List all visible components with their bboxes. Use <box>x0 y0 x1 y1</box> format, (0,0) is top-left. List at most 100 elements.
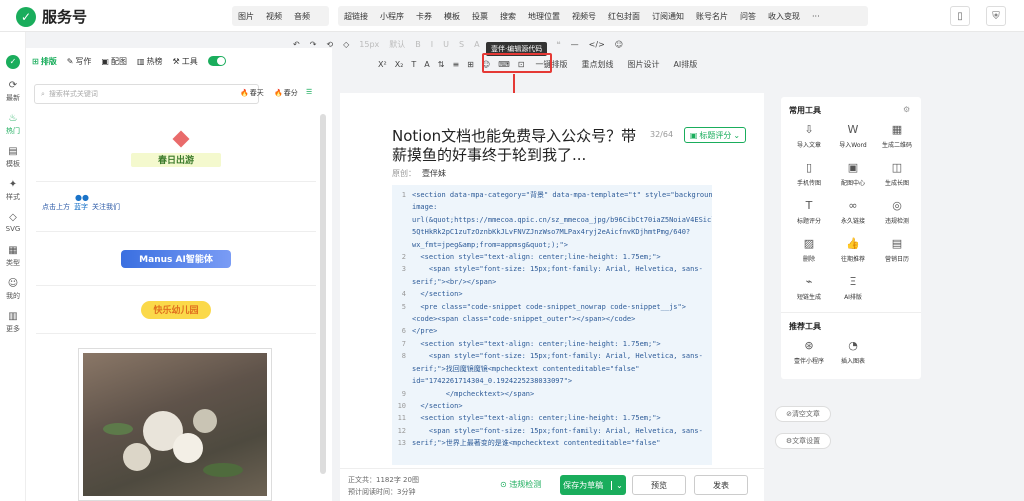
top-menu-item[interactable]: 图片 <box>238 11 254 22</box>
toolbar-button[interactable]: 重点划线 <box>581 59 613 70</box>
toolbar-button[interactable]: 15px <box>359 40 379 49</box>
top-menu-item[interactable]: 红包封面 <box>608 11 640 22</box>
tool-item[interactable]: ▯ 手机传图 <box>789 161 829 187</box>
search-input[interactable]: ⌕ 搜索样式关键词 <box>34 84 259 104</box>
recommended-tool[interactable]: ⊛ 壹伴小程序 <box>789 339 829 365</box>
settings-icon[interactable]: ⚙ <box>903 105 910 114</box>
tool-item[interactable]: ▨ 删除 <box>789 237 829 263</box>
article-settings-button[interactable]: ⚙ 文章设置 <box>775 433 831 449</box>
toolbar-button[interactable]: S <box>459 40 464 49</box>
template-card-manus[interactable]: Manus AI智能体 <box>36 232 316 286</box>
rail-item-mine[interactable]: ☺ 我的 <box>0 278 26 301</box>
tool-item[interactable]: T 标题评分 <box>789 199 829 225</box>
tab-image[interactable]: ▣ 配图 <box>101 56 127 67</box>
top-menu-item[interactable]: 订阅通知 <box>652 11 684 22</box>
tool-item[interactable]: ⇩ 导入文章 <box>789 123 829 149</box>
shield-icon[interactable]: ⛨ <box>986 6 1006 26</box>
list-view-icon[interactable]: ☰ <box>306 88 312 96</box>
toolbar-button[interactable]: — <box>571 40 579 49</box>
toolbar-button[interactable]: T <box>411 60 416 69</box>
toolbar-button[interactable]: U <box>443 40 449 49</box>
top-menu-item[interactable]: 账号名片 <box>696 11 728 22</box>
title-score-button[interactable]: ▣ 标题评分 ⌄ <box>684 127 746 143</box>
top-menu-item[interactable]: 超链接 <box>344 11 368 22</box>
chip-spring[interactable]: 🔥 春天 <box>240 88 264 98</box>
toolbar-button[interactable]: ⇅ <box>438 60 445 69</box>
clear-article-button[interactable]: ⊘ 清空文章 <box>775 406 831 422</box>
tool-item[interactable]: ▦ 生成二维码 <box>877 123 917 149</box>
latest-icon: ⟳ <box>8 80 18 91</box>
toolbar-button[interactable]: ☺ <box>615 40 623 49</box>
line-number: 3 <box>401 265 406 274</box>
template-card-flowers[interactable] <box>78 348 272 501</box>
tool-item[interactable]: ∞ 永久链接 <box>833 199 873 225</box>
rail-item-style[interactable]: ✦ 样式 <box>0 179 26 202</box>
toolbar-button[interactable]: ◇ <box>343 40 349 49</box>
template-card-follow[interactable]: 点击上方 ●● 蓝字 关注我们 <box>36 182 316 232</box>
toolbar-button[interactable]: AI排版 <box>673 59 697 70</box>
top-menu-item[interactable]: 问答 <box>740 11 756 22</box>
top-menu-item[interactable]: 收入变现 <box>768 11 800 22</box>
toolbar-button[interactable]: ❝ <box>556 40 560 49</box>
recommended-tool[interactable]: ◔ 插入图表 <box>833 339 873 365</box>
top-menu-item[interactable]: 视频 <box>266 11 282 22</box>
template-card-kindergarten[interactable]: 快乐幼儿园 <box>36 286 316 334</box>
article-title[interactable]: Notion文档也能免费导入公众号？带薪摸鱼的好事终于轮到我了... <box>392 127 640 165</box>
rail-item-template[interactable]: ▤ 模板 <box>0 146 26 169</box>
tab-write[interactable]: ✎ 写作 <box>67 56 92 67</box>
phone-icon[interactable]: ▯ <box>950 6 970 26</box>
rail-item-hot[interactable]: ♨ 热门 <box>0 113 26 136</box>
publish-button[interactable]: 发表 <box>694 475 748 495</box>
toolbar-button[interactable]: ↷ <box>310 40 317 49</box>
toolbar-button[interactable]: B <box>415 40 421 49</box>
tool-item[interactable]: ▤ 营销日历 <box>877 237 917 263</box>
top-menu-item[interactable]: 投票 <box>472 11 488 22</box>
preview-button[interactable]: 预览 <box>632 475 686 495</box>
top-menu-item[interactable]: 音频 <box>294 11 310 22</box>
toolbar-button[interactable]: ≡ <box>452 60 459 69</box>
layout-toggle[interactable] <box>207 56 226 66</box>
code-text: serif;"><br/></span> <box>412 277 497 286</box>
top-menu-item[interactable]: 小程序 <box>380 11 404 22</box>
chip-equinox[interactable]: 🔥 春分 <box>274 88 298 98</box>
source-code-editor[interactable]: 1 <section data-mpa-category="背景" data-mp… <box>392 185 712 465</box>
rail-item-more[interactable]: ▥ 更多 <box>0 311 26 334</box>
tool-item[interactable]: ◎ 违规检测 <box>877 199 917 225</box>
top-menu-item[interactable]: 地理位置 <box>528 11 560 22</box>
tool-item[interactable]: ▣ 配图中心 <box>833 161 873 187</box>
tool-item[interactable]: Ξ AI排版 <box>833 275 873 301</box>
toolbar-button[interactable]: X² <box>378 60 387 69</box>
tab-tools[interactable]: ⚒ 工具 <box>173 56 198 67</box>
toolbar-button[interactable]: 默认 <box>389 39 405 50</box>
top-menu-item[interactable]: 视频号 <box>572 11 596 22</box>
toolbar-button[interactable]: A <box>424 60 429 69</box>
top-menu-item[interactable]: ··· <box>812 12 820 21</box>
toolbar-button[interactable]: X₂ <box>395 60 404 69</box>
tool-item[interactable]: 👍 往期推荐 <box>833 237 873 263</box>
rail-item-type[interactable]: ▦ 类型 <box>0 245 26 268</box>
tab-trending[interactable]: ▥ 热榜 <box>137 56 163 67</box>
toolbar-button[interactable]: </> <box>589 40 605 49</box>
toolbar-button[interactable]: A <box>474 40 479 49</box>
tool-label: 导入文章 <box>796 142 821 149</box>
top-menu-item[interactable]: 卡券 <box>416 11 432 22</box>
rail-item-latest[interactable]: ⟳ 最新 <box>0 80 26 103</box>
toolbar-button[interactable]: I <box>431 40 433 49</box>
toolbar-button[interactable]: ↶ <box>293 40 300 49</box>
article-editor[interactable]: Notion文档也能免费导入公众号？带薪摸鱼的好事终于轮到我了... 32/64… <box>340 93 764 501</box>
scrollbar[interactable] <box>320 114 326 474</box>
toolbar-button[interactable]: 图片设计 <box>627 59 659 70</box>
compliance-check-button[interactable]: ⊙ 违规检测 <box>500 479 541 490</box>
tool-item[interactable]: W 导入Word <box>833 123 873 149</box>
rail-item-svg[interactable]: ◇ SVG <box>0 212 26 233</box>
top-menu-item[interactable]: 搜索 <box>500 11 516 22</box>
tool-icon: ▤ <box>891 237 903 250</box>
toolbar-button[interactable]: ⊞ <box>467 60 474 69</box>
template-card-spring[interactable]: 春日出游 <box>36 120 316 182</box>
tool-item[interactable]: ⌁ 短链生成 <box>789 275 829 301</box>
save-draft-button[interactable]: 保存为草稿 ⌄ <box>560 475 626 495</box>
tool-item[interactable]: ◫ 生成长图 <box>877 161 917 187</box>
toolbar-button[interactable]: ⟲ <box>326 40 333 49</box>
tab-layout[interactable]: ⊞ 排版 <box>32 56 57 67</box>
top-menu-item[interactable]: 模板 <box>444 11 460 22</box>
